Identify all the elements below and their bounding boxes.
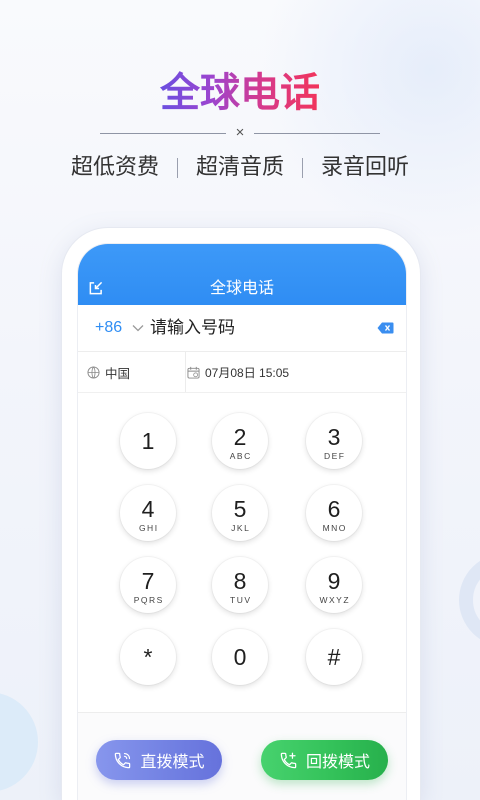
country-name: 中国: [105, 365, 131, 381]
country-code: +86: [95, 319, 123, 336]
feature-list: 超低资费 超清音质 录音回听: [0, 154, 480, 182]
calendar-icon: [187, 366, 200, 379]
datetime-value: 07月08日 15:05: [205, 365, 290, 380]
divider-mark: ×: [235, 124, 245, 141]
promo-page: 全球电话 × 超低资费 超清音质 录音回听 全球电话 +86 请输入号码 中国 …: [0, 0, 480, 800]
key-digit: 1: [141, 428, 155, 454]
feature-separator: [302, 158, 303, 178]
call-info-row: 中国 07月08日 15:05: [78, 352, 406, 393]
app-header: 全球电话: [78, 244, 406, 305]
key-digit: 5: [233, 496, 247, 522]
dial-key-2[interactable]: 2 ABC: [212, 413, 268, 469]
dial-key-star[interactable]: *: [120, 629, 176, 685]
dial-key-8[interactable]: 8 TUV: [212, 557, 268, 613]
country-info[interactable]: 中国: [87, 352, 130, 392]
dial-key-hash[interactable]: #: [306, 629, 362, 685]
key-letters: ABC: [229, 451, 252, 461]
key-digit: *: [143, 644, 153, 670]
dial-key-4[interactable]: 4 GHI: [120, 485, 176, 541]
dial-key-3[interactable]: 3 DEF: [306, 413, 362, 469]
datetime-info[interactable]: 07月08日 15:05: [187, 352, 289, 392]
dial-key-1[interactable]: 1: [120, 413, 176, 469]
key-letters: GHI: [138, 523, 159, 533]
dial-key-5[interactable]: 5 JKL: [212, 485, 268, 541]
hero-title: 全球电话: [160, 70, 320, 116]
direct-dial-label: 直拨模式: [140, 752, 205, 771]
dial-key-7[interactable]: 7 PQRS: [120, 557, 176, 613]
dial-key-6[interactable]: 6 MNO: [306, 485, 362, 541]
callback-label: 回拨模式: [305, 752, 370, 771]
dial-key-0[interactable]: 0: [212, 629, 268, 685]
feature-item: 超清音质: [195, 155, 284, 180]
key-letters: WXYZ: [319, 595, 351, 605]
number-input-row: +86: [78, 305, 406, 352]
globe-icon: [87, 365, 100, 379]
phone-mockup: 全球电话 +86 请输入号码 中国 07月08日 15:05 1 2 ABC 3…: [62, 228, 420, 800]
feature-separator: [176, 158, 178, 178]
phone-number-input[interactable]: [150, 315, 360, 341]
callback-button[interactable]: 回拨模式: [261, 740, 388, 780]
country-code-selector[interactable]: +86: [95, 305, 144, 351]
key-digit: 7: [141, 568, 155, 594]
key-digit: #: [327, 644, 341, 670]
hero-divider-right: [254, 133, 380, 134]
phone-icon: [113, 751, 132, 770]
dial-key-9[interactable]: 9 WXYZ: [306, 557, 362, 613]
chevron-down-icon: [132, 324, 144, 332]
phone-screen: 全球电话 +86 请输入号码 中国 07月08日 15:05 1 2 ABC 3…: [78, 244, 406, 800]
key-digit: 4: [141, 496, 155, 522]
key-letters: PQRS: [133, 595, 164, 605]
key-digit: 8: [233, 568, 247, 594]
key-digit: 3: [327, 424, 341, 450]
key-digit: 6: [327, 496, 341, 522]
key-digit: 9: [327, 568, 341, 594]
key-letters: MNO: [322, 523, 347, 533]
app-title: 全球电话: [209, 278, 274, 297]
key-letters: DEF: [324, 451, 346, 461]
feature-item: 录音回听: [321, 155, 410, 180]
direct-dial-button[interactable]: 直拨模式: [96, 740, 222, 780]
backspace-icon[interactable]: [377, 322, 394, 334]
info-divider: [185, 352, 186, 392]
key-digit: 0: [233, 644, 247, 670]
dial-mode-bar: 直拨模式 回拨模式: [78, 712, 406, 800]
key-digit: 2: [233, 424, 247, 450]
dial-keypad: 1 2 ABC 3 DEF 4 GHI 5 JKL 6 MNO 7 PQRS 8…: [78, 393, 406, 712]
key-letters: TUV: [230, 595, 252, 605]
feature-item: 超低资费: [70, 155, 159, 180]
phone-callback-icon: [279, 751, 298, 770]
hero-divider-left: [100, 133, 226, 134]
key-letters: JKL: [231, 523, 251, 533]
